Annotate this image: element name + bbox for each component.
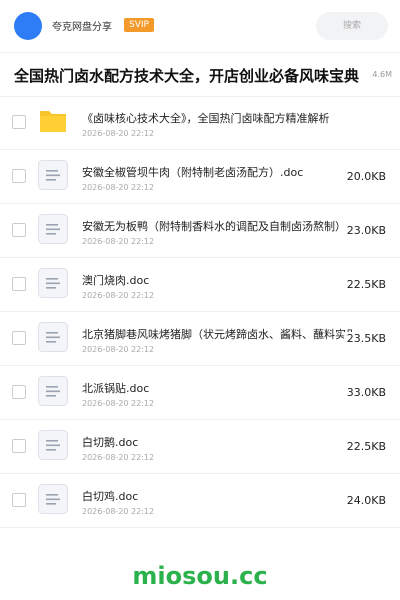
file-date: 2026-08-20 22:12 [82, 237, 155, 246]
select-checkbox[interactable] [12, 439, 26, 453]
page-title: 全国热门卤水配方技术大全，开店创业必备风味宝典 [14, 67, 360, 85]
file-size: 24.0KB [343, 494, 386, 507]
file-date: 2026-08-20 22:12 [82, 183, 155, 192]
file-row[interactable]: 安徽全椒管坝牛肉（附特制老卤汤配方）.doc 2026-08-20 22:12 20… [0, 150, 400, 204]
header: 夸克网盘分享 SVIP [0, 0, 400, 53]
file-row[interactable]: 北京猪脚巷风味烤猪脚（状元烤蹄卤水、酱料、蘸料实用.doc 2026-08-20 … [0, 312, 400, 366]
folder-icon [38, 106, 68, 136]
doc-file-icon [38, 160, 68, 190]
file-list: 《卤味核心技术大全》，全国热门卤味配方精准解析 2026-08-20 22:12 安… [0, 96, 400, 548]
file-name: 北京猪脚巷风味烤猪脚（状元烤蹄卤水、酱料、蘸料实用.doc [82, 328, 352, 341]
file-size: 33.0KB [343, 386, 386, 399]
file-row[interactable]: 安徽无为板鸭（附特制香料水的调配及自制卤汤熬制）.doc 2026-08-20 2… [0, 204, 400, 258]
brand-name: 夸克网盘分享 [52, 22, 112, 33]
file-date: 2026-08-20 22:12 [82, 291, 155, 300]
doc-file-icon [38, 484, 68, 514]
file-size: 22.5KB [343, 278, 386, 291]
file-name: 白切鸡.doc [82, 490, 139, 503]
select-checkbox[interactable] [12, 169, 26, 183]
watermark: miosou.cc [132, 562, 268, 590]
select-checkbox[interactable] [12, 277, 26, 291]
file-row[interactable]: 澳门烧肉.doc 2026-08-20 22:12 22.5KB [0, 258, 400, 312]
file-date: 2026-08-20 22:12 [82, 399, 155, 408]
doc-file-icon [38, 376, 68, 406]
file-row[interactable]: 北派锅贴.doc 2026-08-20 22:12 33.0KB [0, 366, 400, 420]
total-size: 4.6M [372, 70, 392, 79]
select-checkbox[interactable] [12, 385, 26, 399]
select-checkbox[interactable] [12, 223, 26, 237]
file-row[interactable]: 白切鹅.doc 2026-08-20 22:12 22.5KB [0, 420, 400, 474]
select-checkbox[interactable] [12, 331, 26, 345]
search-input[interactable] [316, 12, 388, 40]
file-size: 20.0KB [343, 170, 386, 183]
file-size: 23.0KB [343, 224, 386, 237]
file-date: 2026-08-20 22:12 [82, 453, 155, 462]
doc-file-icon [38, 268, 68, 298]
doc-file-icon [38, 430, 68, 460]
file-date: 2026-08-20 22:12 [82, 345, 155, 354]
file-size: 22.5KB [343, 440, 386, 453]
file-date: 2026-08-20 22:12 [82, 129, 155, 138]
doc-file-icon [38, 322, 68, 352]
avatar[interactable] [14, 12, 42, 40]
file-row[interactable]: 《卤味核心技术大全》，全国热门卤味配方精准解析 2026-08-20 22:12 [0, 96, 400, 150]
file-size: 23.5KB [343, 332, 386, 345]
svip-badge: SVIP [124, 18, 154, 32]
file-name: 北派锅贴.doc [82, 382, 150, 395]
file-row[interactable]: 白切鸡.doc 2026-08-20 22:12 24.0KB [0, 474, 400, 528]
file-name: 《卤味核心技术大全》，全国热门卤味配方精准解析 [82, 112, 330, 125]
select-checkbox[interactable] [12, 115, 26, 129]
select-checkbox[interactable] [12, 493, 26, 507]
file-name: 安徽无为板鸭（附特制香料水的调配及自制卤汤熬制）.doc [82, 220, 352, 233]
file-name: 安徽全椒管坝牛肉（附特制老卤汤配方）.doc [82, 166, 304, 179]
doc-file-icon [38, 214, 68, 244]
file-date: 2026-08-20 22:12 [82, 507, 155, 516]
share-title-row: 全国热门卤水配方技术大全，开店创业必备风味宝典 4.6M [0, 52, 400, 97]
file-name: 白切鹅.doc [82, 436, 139, 449]
file-name: 澳门烧肉.doc [82, 274, 150, 287]
